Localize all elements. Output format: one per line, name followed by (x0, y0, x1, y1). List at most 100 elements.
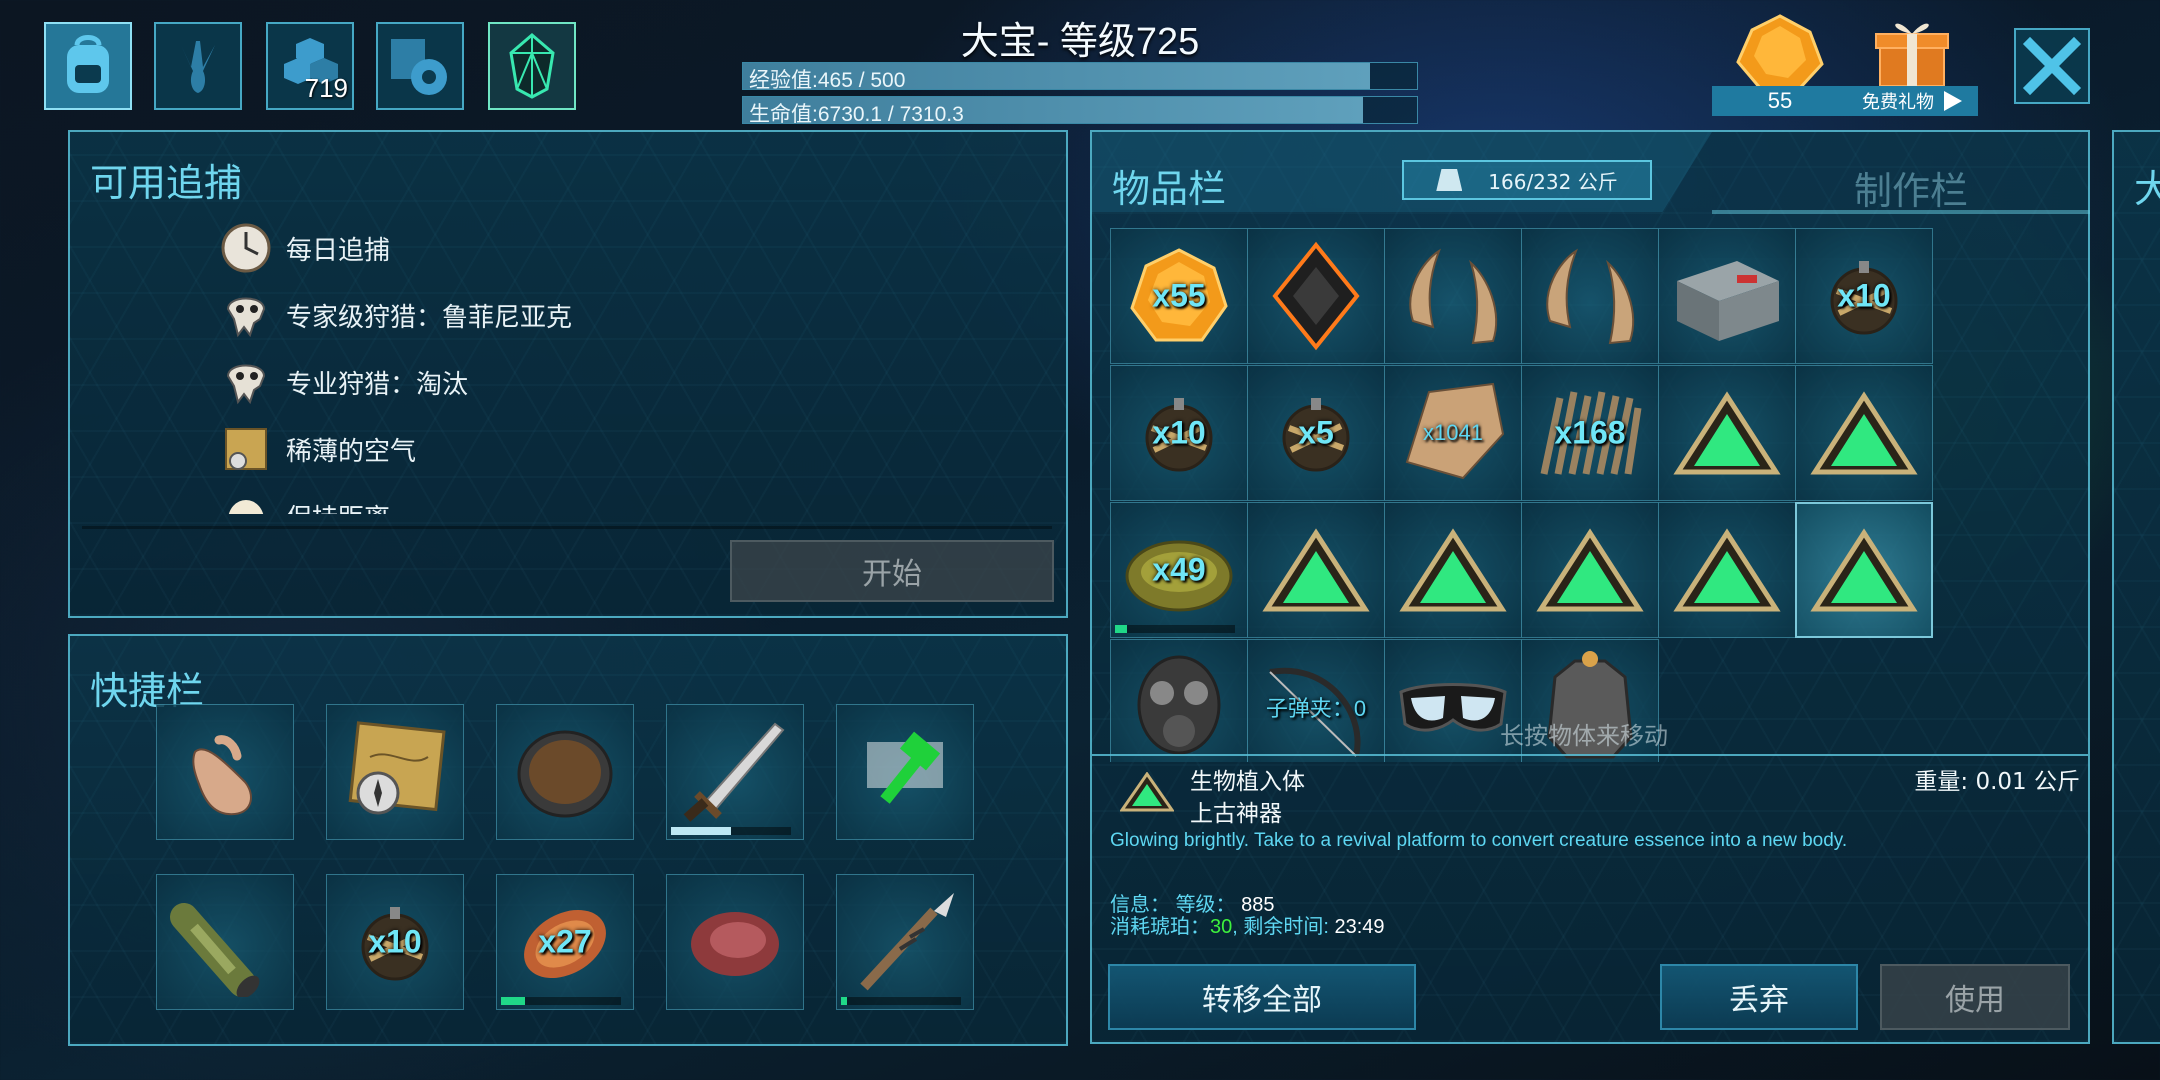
backpack-button[interactable] (44, 22, 132, 110)
goggles-icon (1393, 662, 1513, 752)
hunt-item-label: 每日追捕 (286, 235, 391, 266)
xp-text: 经验值:465 / 500 (749, 69, 906, 92)
hand-icon (175, 722, 275, 822)
item-slot[interactable] (1795, 365, 1933, 501)
item-quantity: x10 (1837, 277, 1891, 314)
item-quantity: 子弹夹：0 (1265, 696, 1367, 721)
skull-icon (220, 356, 272, 408)
item-slot[interactable]: x5 (1247, 365, 1385, 501)
item-slot[interactable]: x10 (1795, 228, 1933, 364)
horn-icon (1530, 241, 1650, 351)
item-slot[interactable] (156, 704, 294, 840)
hunt-item-label: 专家级狩猎：鲁菲尼亚克 (286, 302, 573, 333)
durability-fill (1115, 625, 1127, 633)
weight-icon (1436, 169, 1463, 191)
inventory-grid: x55 x10 x10 x5 x1041 x168 x49 子弹夹：0 长按物体来移动 (1110, 228, 2010, 762)
item-slot[interactable] (1658, 502, 1796, 638)
implant-icon (1398, 525, 1508, 615)
item-slot[interactable] (1521, 228, 1659, 364)
item-slot[interactable] (836, 704, 974, 840)
detail-divider (1092, 754, 2088, 756)
settings-book-button[interactable] (376, 22, 464, 110)
implant-icon (1535, 525, 1645, 615)
hunt-item-label: 稀薄的空气 (286, 436, 417, 467)
amber-icon (1736, 14, 1824, 90)
amber-cost-value: 30 (1210, 916, 1233, 938)
engrams-button[interactable]: 719 (266, 22, 354, 110)
item-slot[interactable] (1110, 639, 1248, 762)
close-button[interactable] (2014, 28, 2090, 104)
backpack-icon (53, 31, 123, 101)
durability-bar (671, 827, 791, 835)
hotbar-panel: 快捷栏 x10 x27 (68, 634, 1068, 1046)
item-slot[interactable] (1247, 502, 1385, 638)
player-title: 大宝- 等级725 (960, 21, 1200, 63)
hunt-item[interactable]: 每日追捕 (220, 222, 390, 274)
map-compass-icon (340, 717, 450, 827)
start-button[interactable]: 开始 (730, 540, 1054, 602)
gift-icon (1875, 23, 1949, 87)
build-hammer-icon (855, 722, 955, 822)
item-slot[interactable] (156, 874, 294, 1010)
item-slot[interactable] (666, 704, 804, 840)
item-name: 生物植入体 (1190, 769, 1305, 795)
dino-footprint-icon (163, 31, 233, 101)
play-icon (1944, 91, 1962, 111)
item-slot[interactable] (836, 874, 974, 1010)
item-slot[interactable] (1795, 502, 1933, 638)
item-quantity: x55 (1152, 277, 1206, 314)
item-slot[interactable]: x10 (326, 874, 464, 1010)
element-crystal-button[interactable] (488, 22, 576, 110)
item-quantity: x5 (1298, 414, 1334, 451)
drop-button[interactable]: 丢弃 (1660, 964, 1858, 1030)
item-slot[interactable] (496, 704, 634, 840)
transfer-all-button[interactable]: 转移全部 (1108, 964, 1416, 1030)
item-slot[interactable] (1658, 228, 1796, 364)
item-slot[interactable]: x10 (1110, 365, 1248, 501)
item-slot[interactable] (1658, 365, 1796, 501)
item-quantity: x168 (1554, 414, 1626, 451)
item-slot[interactable] (1384, 502, 1522, 638)
item-slot[interactable]: x55 (1110, 228, 1248, 364)
item-slot[interactable]: x49 (1110, 502, 1248, 638)
inventory-panel: 物品栏 166/232 公斤 制作栏 x55 x10 x10 x5 x1041 x168 x… (1090, 130, 2090, 1044)
item-slot[interactable] (1384, 228, 1522, 364)
cooking-pot-icon (510, 722, 620, 822)
item-slot[interactable] (666, 874, 804, 1010)
level-label: 等级： (1175, 894, 1236, 916)
crafting-tab[interactable]: 制作栏 (1854, 160, 1968, 215)
item-slot[interactable]: x27 (496, 874, 634, 1010)
item-quantity: x27 (538, 923, 592, 960)
item-slot[interactable] (1247, 228, 1385, 364)
durability-fill (671, 827, 731, 835)
clock-icon (220, 222, 272, 274)
item-quantity: x1041 (1423, 420, 1483, 445)
hunt-item[interactable]: 专业狩猎：淘汰 (220, 356, 468, 408)
item-slot[interactable]: x168 (1521, 365, 1659, 501)
item-amber-line: 消耗琥珀：30, 剩余时间: 23:49 (1110, 916, 1385, 938)
xp-bar: 经验值:465 / 500 (742, 62, 1418, 92)
weight-capacity: 166/232 公斤 (1402, 160, 1652, 200)
item-slot[interactable]: x1041 (1384, 365, 1522, 501)
raw-meat-icon (680, 892, 790, 992)
hunt-item[interactable]: 稀薄的空气 (220, 423, 416, 475)
item-slot[interactable]: 子弹夹：0 (1247, 639, 1385, 762)
element-crystal-icon (497, 31, 567, 101)
hunt-item[interactable]: 专家级狩猎：鲁菲尼亚克 (220, 289, 572, 341)
info-label: 信息： (1110, 894, 1170, 916)
item-info: 信息： 等级： 885 消耗琥珀：30, 剩余时间: 23:49 (1110, 894, 1385, 938)
item-slot[interactable] (1521, 502, 1659, 638)
dino-footprint-button[interactable] (154, 22, 242, 110)
item-slot[interactable] (326, 704, 464, 840)
tab-underline (1712, 210, 2090, 214)
free-gift-button[interactable]: 免费礼物 (1846, 12, 1978, 116)
side-tab-title[interactable]: 大 (2134, 158, 2160, 213)
use-button[interactable]: 使用 (1880, 964, 2070, 1030)
durability-fill (501, 997, 525, 1005)
amber-store-button[interactable]: 55 (1712, 12, 1848, 116)
implant-icon (1809, 525, 1919, 615)
gift-label: 免费礼物 (1862, 92, 1934, 113)
item-info-line: 信息： 等级： 885 (1110, 894, 1385, 916)
gas-mask-icon (1124, 647, 1234, 762)
hunt-list-fade (140, 524, 640, 554)
